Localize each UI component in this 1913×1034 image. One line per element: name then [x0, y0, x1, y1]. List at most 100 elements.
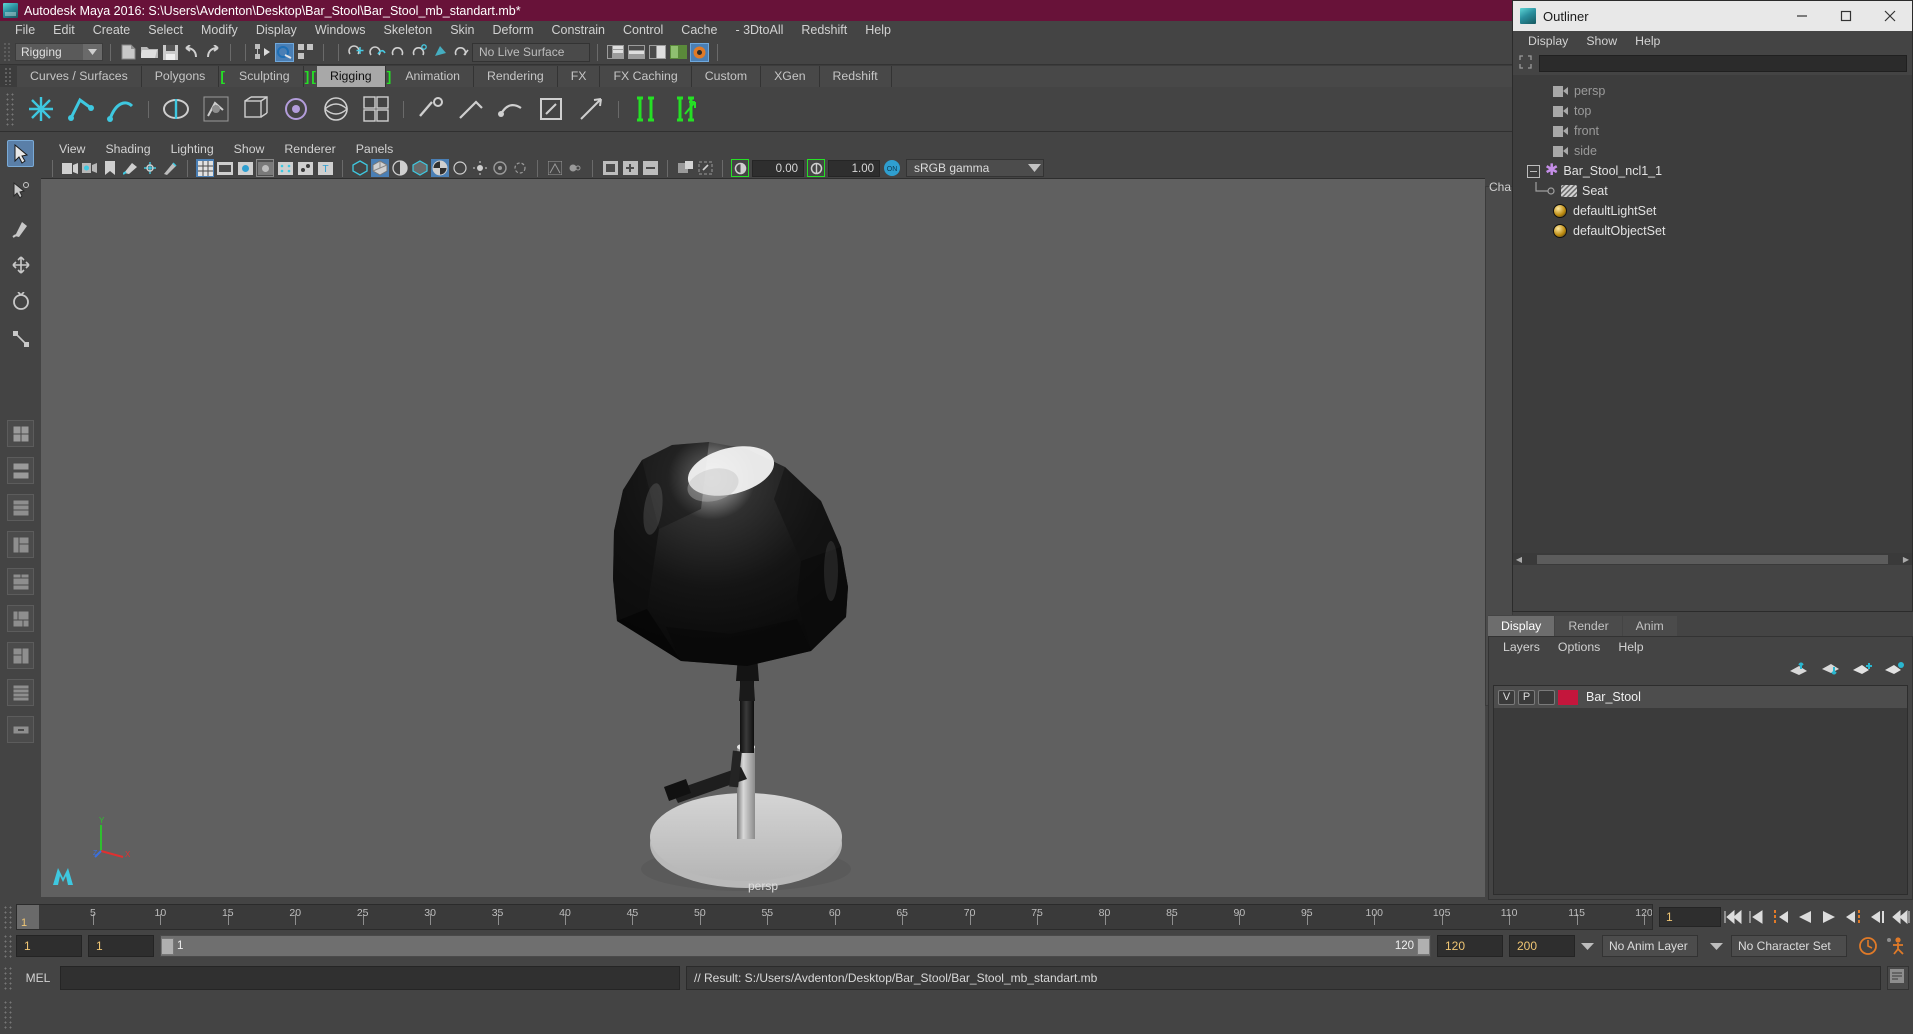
lattice-deformer-icon[interactable]	[238, 91, 274, 127]
new-layer-from-selected-icon[interactable]	[1884, 662, 1904, 676]
create-control-curve-green-icon[interactable]	[628, 91, 664, 127]
lasso-tool-button[interactable]	[7, 177, 34, 204]
tab-anim[interactable]: Anim	[1622, 616, 1677, 636]
outliner-item-default-light-set[interactable]: defaultLightSet	[1513, 201, 1912, 221]
select-by-hierarchy-icon[interactable]	[254, 43, 273, 62]
lights-icon[interactable]	[471, 159, 489, 177]
create-ik-spline-handle-icon[interactable]	[103, 91, 139, 127]
menu-item-3dtoall[interactable]: - 3DtoAll	[726, 21, 792, 40]
xray-joints-icon[interactable]	[296, 159, 314, 177]
shelf-tab-rendering[interactable]: Rendering	[474, 66, 558, 87]
view-layout-more-button[interactable]	[7, 679, 34, 706]
view-layout-single-button[interactable]	[7, 420, 34, 447]
isolate-select-add-icon[interactable]	[621, 159, 639, 177]
xray-icon[interactable]	[276, 159, 294, 177]
color-management-toggle-icon[interactable]: ON	[883, 159, 901, 177]
isolate-select-icon[interactable]	[601, 159, 619, 177]
menu-set-selector[interactable]: Rigging	[15, 43, 103, 61]
chevron-down-icon[interactable]	[1581, 942, 1594, 950]
create-control-curve-arrow-green-icon[interactable]	[668, 91, 704, 127]
bind-skin-icon[interactable]	[158, 91, 194, 127]
snap-to-curve-icon[interactable]	[368, 43, 387, 62]
scale-constraint-icon[interactable]	[533, 91, 569, 127]
scrollbar-thumb[interactable]	[1537, 554, 1888, 564]
shelf-grip[interactable]	[4, 67, 13, 85]
wrap-deformer-icon[interactable]	[358, 91, 394, 127]
aim-constraint-icon[interactable]	[573, 91, 609, 127]
depth-of-field-icon[interactable]	[566, 159, 584, 177]
menu-item-redshift[interactable]: Redshift	[792, 21, 856, 40]
select-tool-button[interactable]	[7, 140, 34, 167]
shelf-tab-polygons[interactable]: Polygons	[141, 66, 220, 87]
gate-mask-icon[interactable]	[256, 159, 274, 177]
texture-toggle-icon[interactable]: T	[316, 159, 334, 177]
go-to-start-icon[interactable]	[1721, 906, 1745, 928]
show-tool-settings-icon[interactable]	[669, 43, 688, 62]
menu-item-skeleton[interactable]: Skeleton	[375, 21, 442, 40]
menu-item-create[interactable]: Create	[84, 21, 140, 40]
help-line-grip[interactable]	[3, 999, 13, 1030]
smooth-shade-all-icon[interactable]	[371, 159, 389, 177]
viewport-3d-canvas[interactable]: Y X Z persp	[41, 179, 1485, 897]
animation-end-time-field[interactable]: 200	[1509, 935, 1575, 957]
viewport-menu-panels[interactable]: Panels	[346, 140, 404, 158]
menu-item-control[interactable]: Control	[614, 21, 672, 40]
show-layer-editor-icon[interactable]	[627, 43, 646, 62]
command-input-field[interactable]	[60, 966, 680, 990]
image-plane-icon[interactable]	[121, 159, 139, 177]
undo-icon[interactable]	[182, 43, 201, 62]
play-backwards-icon[interactable]	[1793, 906, 1817, 928]
outliner-item-seat[interactable]: Seat	[1513, 181, 1912, 201]
render-region-icon[interactable]	[696, 159, 714, 177]
snap-to-view-plane-icon[interactable]	[431, 43, 450, 62]
viewport-menu-view[interactable]: View	[49, 140, 95, 158]
outliner-item-side[interactable]: side	[1513, 141, 1912, 161]
range-start-time-field[interactable]: 1	[88, 935, 154, 957]
outliner-item-default-object-set[interactable]: defaultObjectSet	[1513, 221, 1912, 241]
current-frame-field[interactable]: 1	[1659, 907, 1721, 927]
viewport-menu-shading[interactable]: Shading	[95, 140, 160, 158]
screen-space-ao-icon[interactable]	[491, 159, 509, 177]
outliner-item-top[interactable]: top	[1513, 101, 1912, 121]
menu-item-modify[interactable]: Modify	[192, 21, 247, 40]
move-layer-down-icon[interactable]	[1820, 662, 1840, 676]
create-ik-handle-icon[interactable]	[63, 91, 99, 127]
new-layer-icon[interactable]	[1852, 662, 1872, 676]
viewport-menu-show[interactable]: Show	[224, 140, 275, 158]
command-language-label[interactable]: MEL	[16, 971, 60, 985]
shade-selected-items-icon[interactable]	[391, 159, 409, 177]
character-set-selector[interactable]: No Character Set	[1731, 935, 1847, 957]
grease-pencil-icon[interactable]	[161, 159, 179, 177]
close-icon[interactable]	[1868, 1, 1912, 31]
make-live-icon[interactable]	[452, 43, 471, 62]
shelf-tab-curves-surfaces[interactable]: Curves / Surfaces	[17, 66, 142, 87]
show-hide-ui-icon[interactable]	[690, 42, 709, 62]
collapse-toggle-icon[interactable]	[1527, 164, 1540, 178]
command-line-grip[interactable]	[3, 966, 13, 990]
go-to-end-icon[interactable]	[1889, 906, 1913, 928]
menu-item-help[interactable]: Help	[856, 21, 900, 40]
show-grid-icon[interactable]	[196, 159, 214, 177]
range-slider-grip[interactable]	[3, 934, 13, 958]
shelf-tab-xgen[interactable]: XGen	[761, 66, 820, 87]
save-scene-icon[interactable]	[161, 43, 180, 62]
selection-bracket-icon[interactable]	[1518, 55, 1534, 71]
select-camera-icon[interactable]	[61, 159, 79, 177]
menu-item-deform[interactable]: Deform	[484, 21, 543, 40]
snap-to-projected-center-icon[interactable]	[410, 43, 429, 62]
snap-to-grid-icon[interactable]	[347, 43, 366, 62]
shelf-tab-animation[interactable]: Animation	[392, 66, 474, 87]
shelf-tab-fx-caching[interactable]: FX Caching	[600, 66, 692, 87]
shelf-tab-rigging[interactable]: Rigging	[316, 66, 386, 87]
view-layout-hypershade-button[interactable]	[7, 605, 34, 632]
new-scene-icon[interactable]	[119, 43, 138, 62]
shadows-icon[interactable]	[451, 159, 469, 177]
step-forward-key-icon[interactable]	[1865, 906, 1889, 928]
outliner-title-bar[interactable]: Outliner	[1513, 1, 1912, 31]
maximize-icon[interactable]	[1824, 1, 1868, 31]
move-layer-up-icon[interactable]	[1788, 662, 1808, 676]
range-start-handle[interactable]	[161, 937, 174, 955]
parent-constraint-icon[interactable]	[413, 91, 449, 127]
resolution-gate-icon[interactable]	[236, 159, 254, 177]
outliner-menu-display[interactable]: Display	[1519, 31, 1577, 51]
